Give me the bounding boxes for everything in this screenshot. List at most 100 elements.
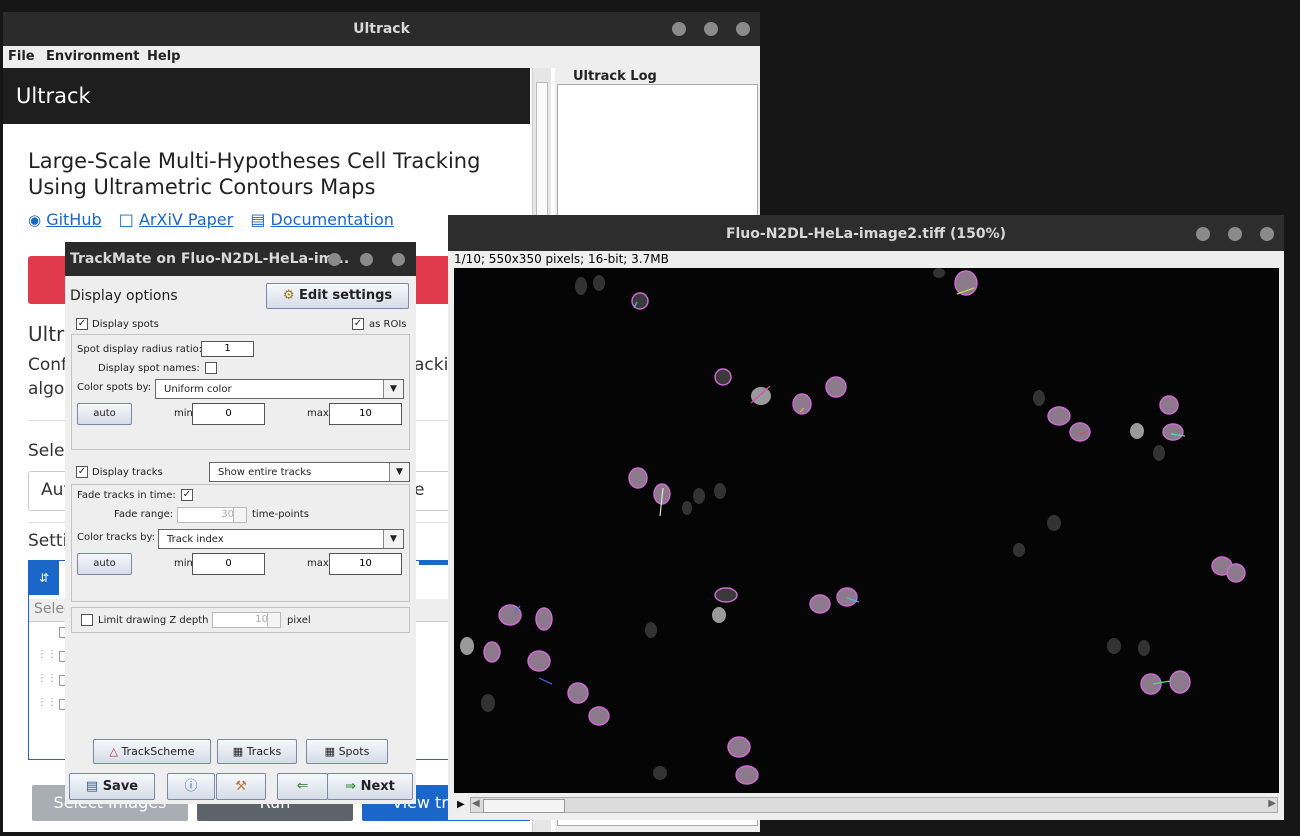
menu-file[interactable]: File xyxy=(8,49,35,64)
menu-help[interactable]: Help xyxy=(147,49,180,64)
display-spots-checkbox[interactable]: ✓ xyxy=(76,318,88,330)
trackmate-titlebar: TrackMate on Fluo-N2DL-HeLa-im... xyxy=(65,242,416,276)
as-rois-label: as ROIs xyxy=(369,319,407,330)
color-spots-label: Color spots by: xyxy=(77,382,152,393)
tracks-max-field[interactable]: 10 xyxy=(329,553,402,575)
log-title: Ultrack Log xyxy=(573,69,657,84)
z-depth-field[interactable]: 10 xyxy=(212,612,269,628)
tracks-auto-button[interactable]: auto xyxy=(77,553,132,575)
ultrack-header: Ultrack xyxy=(3,68,530,124)
close-button[interactable] xyxy=(736,22,750,36)
track-mode-value: Show entire tracks xyxy=(218,467,312,478)
chevron-down-icon: ▼ xyxy=(389,463,409,481)
drag-handle-icon[interactable]: ⋮⋮ xyxy=(37,697,57,708)
table-icon: ▦ xyxy=(232,745,244,758)
save-button[interactable]: ▤ Save xyxy=(69,773,155,800)
fade-unit-label: time-points xyxy=(252,509,309,520)
sort-icon[interactable]: ⇵ xyxy=(29,561,59,595)
max-label: max xyxy=(307,558,329,569)
cell-image xyxy=(460,268,1246,785)
drag-handle-icon[interactable]: ⋮⋮ xyxy=(37,673,57,684)
fade-checkbox[interactable]: ✓ xyxy=(181,489,193,501)
spots-min-field[interactable]: 0 xyxy=(192,403,265,425)
page-title: Large-Scale Multi-Hypotheses Cell Tracki… xyxy=(28,149,481,199)
tracks-min-field[interactable]: 0 xyxy=(192,553,265,575)
maximize-button[interactable] xyxy=(1228,227,1242,241)
horizontal-scrollbar[interactable]: ◀ ▶ xyxy=(470,797,1278,813)
arrow-left-icon[interactable]: ⇐ xyxy=(277,773,328,800)
spots-max-field[interactable]: 10 xyxy=(329,403,402,425)
play-icon[interactable]: ▶ xyxy=(457,799,465,810)
display-tracks-label: Display tracks xyxy=(92,467,163,478)
fade-label: Fade tracks in time: xyxy=(77,490,176,501)
ultrack-titlebar: Ultrack xyxy=(3,12,760,46)
arrow-right-icon: ⇒ xyxy=(345,779,357,794)
link-row: ◉ GitHub □ ArXiV Paper ▤ Documentation xyxy=(28,210,406,229)
minimize-button[interactable] xyxy=(672,22,686,36)
save-label: Save xyxy=(102,779,139,794)
spots-button[interactable]: ▦ Spots xyxy=(306,739,388,764)
display-tracks-checkbox[interactable]: ✓ xyxy=(76,466,88,478)
maximize-button[interactable] xyxy=(360,253,373,266)
display-spots-label: Display spots xyxy=(92,319,159,330)
save-icon: ▤ xyxy=(85,779,99,794)
settings-label: Setti xyxy=(28,531,68,551)
z-depth-stepper[interactable] xyxy=(267,612,281,628)
as-rois-checkbox[interactable]: ✓ xyxy=(352,318,364,330)
info-icon[interactable]: ⓘ xyxy=(167,773,215,800)
chevron-down-icon: ▼ xyxy=(383,530,403,548)
spots-auto-button[interactable]: auto xyxy=(77,403,132,425)
min-label: min xyxy=(174,408,193,419)
scroll-thumb[interactable] xyxy=(536,82,548,224)
scroll-right-icon[interactable]: ▶ xyxy=(1268,798,1276,809)
limit-z-checkbox[interactable] xyxy=(81,614,93,626)
scroll-thumb[interactable] xyxy=(483,799,565,813)
color-tracks-value: Track index xyxy=(167,534,224,545)
fade-range-field[interactable]: 30 xyxy=(177,507,235,523)
color-tracks-combo[interactable]: Track index ▼ xyxy=(158,529,404,549)
minimize-button[interactable] xyxy=(1196,227,1210,241)
tracks-button[interactable]: ▦ Tracks xyxy=(217,739,297,764)
close-button[interactable] xyxy=(392,253,405,266)
chevron-down-icon: ▼ xyxy=(383,380,403,398)
fade-range-stepper[interactable] xyxy=(233,507,247,523)
radius-field[interactable]: 1 xyxy=(201,341,254,357)
documentation-link[interactable]: Documentation xyxy=(271,210,394,229)
minimize-button[interactable] xyxy=(328,253,341,266)
trackscheme-icon: △ xyxy=(109,745,118,758)
color-tracks-label: Color tracks by: xyxy=(77,532,156,543)
color-spots-value: Uniform color xyxy=(164,384,232,395)
image-canvas[interactable] xyxy=(454,268,1279,793)
track-mode-combo[interactable]: Show entire tracks ▼ xyxy=(209,462,410,482)
close-button[interactable] xyxy=(1260,227,1274,241)
scroll-left-icon[interactable]: ◀ xyxy=(472,798,480,809)
window-title: Ultrack xyxy=(353,21,410,37)
unmarked-cells xyxy=(460,387,1232,655)
edit-settings-label: Edit settings xyxy=(299,288,393,303)
faint-cells xyxy=(481,268,1165,780)
edit-settings-button[interactable]: ⚙ Edit settings xyxy=(266,283,409,309)
gear-icon: ⚙ xyxy=(282,288,295,303)
maximize-button[interactable] xyxy=(704,22,718,36)
spot-names-checkbox[interactable] xyxy=(205,362,217,374)
trackmate-window-title: TrackMate on Fluo-N2DL-HeLa-im... xyxy=(70,251,350,267)
color-spots-combo[interactable]: Uniform color ▼ xyxy=(155,379,404,399)
next-label: Next xyxy=(360,779,395,794)
trackscheme-button[interactable]: △ TrackScheme xyxy=(93,739,211,764)
menu-environment[interactable]: Environment xyxy=(46,49,140,64)
image-window: Fluo-N2DL-HeLa-image2.tiff (150%) 1/10; … xyxy=(448,215,1284,820)
drag-handle-icon[interactable]: ⋮⋮ xyxy=(37,649,57,660)
book-icon: ▤ xyxy=(250,210,266,229)
image-titlebar: Fluo-N2DL-HeLa-image2.tiff (150%) xyxy=(448,215,1284,251)
github-link[interactable]: GitHub xyxy=(46,210,101,229)
track-lines xyxy=(513,287,1186,685)
next-button[interactable]: ⇒ Next xyxy=(327,773,413,800)
arxiv-link[interactable]: ArXiV Paper xyxy=(139,210,233,229)
image-info: 1/10; 550x350 pixels; 16-bit; 3.7MB xyxy=(454,252,669,266)
wrench-icon[interactable]: ⚒ xyxy=(216,773,266,800)
table-icon: ▦ xyxy=(324,745,336,758)
radius-label: Spot display radius ratio: xyxy=(77,344,203,355)
display-options-label: Display options xyxy=(70,288,178,304)
z-unit-label: pixel xyxy=(287,615,311,626)
menubar: File Environment Help xyxy=(3,46,760,68)
